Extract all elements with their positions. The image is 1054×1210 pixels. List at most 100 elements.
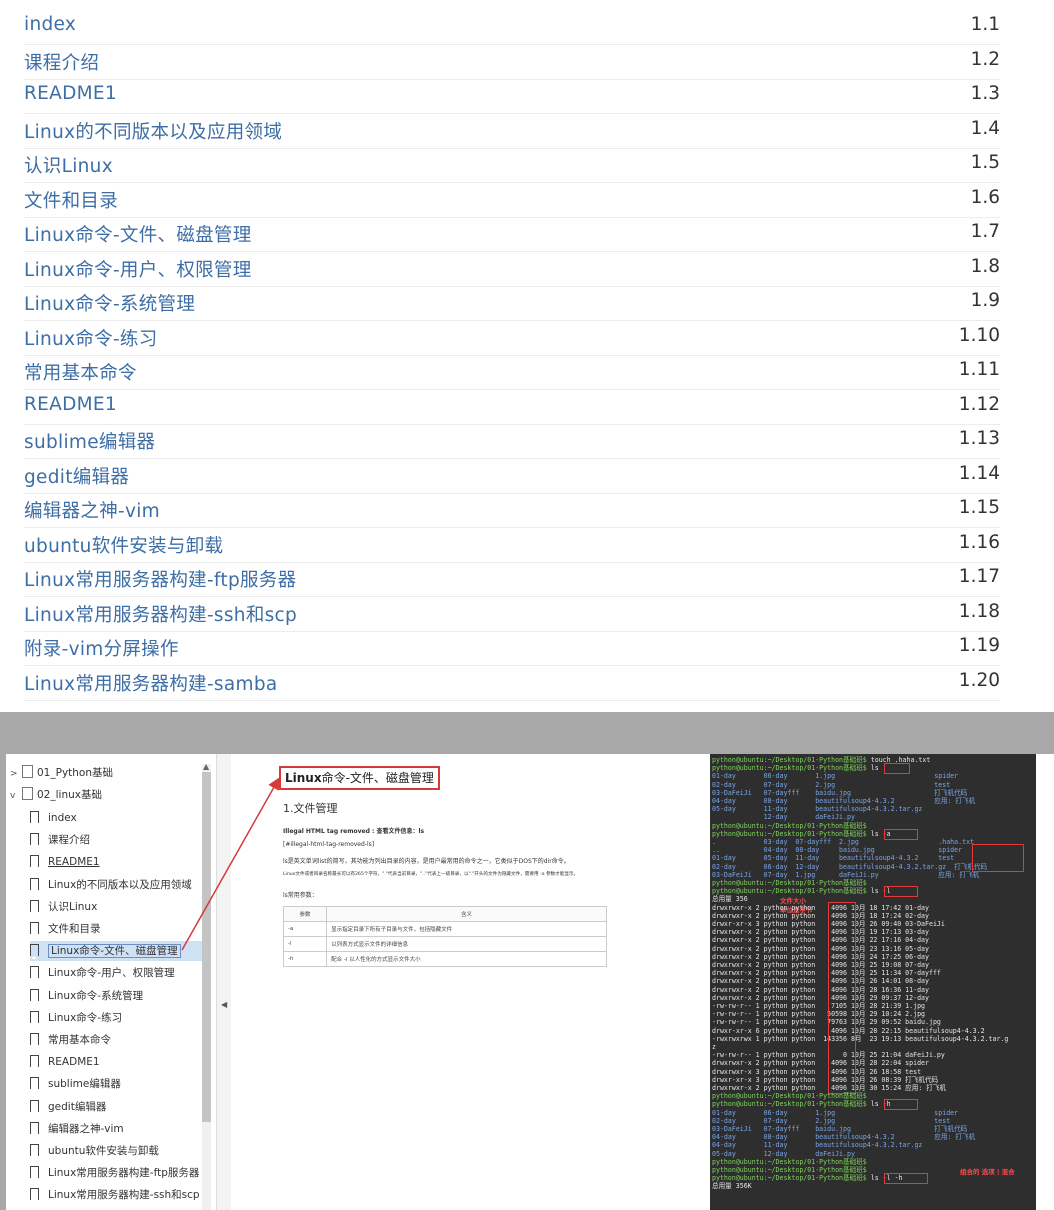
sidebar-bookmark-item[interactable]: Linux常用服务器构建-ssh和scp	[30, 1185, 202, 1205]
sidebar-scroll-thumb[interactable]	[202, 772, 211, 1122]
toc-entry[interactable]: index 1.1	[24, 10, 1000, 45]
toc-entry[interactable]: 常用基本命令 1.11	[24, 355, 1000, 390]
panel-divider[interactable]	[216, 754, 232, 1210]
toc-entry-number: 1.14	[958, 462, 1000, 484]
bookmark-label: Linux常用服务器构建-ftp服务器	[48, 1167, 200, 1180]
toc-entry-title[interactable]: 课程介绍	[24, 49, 99, 75]
sidebar-bookmark-item[interactable]: 常用基本命令	[30, 1030, 202, 1050]
sidebar-bookmark-item[interactable]: index	[30, 808, 202, 828]
terminal-output-text: 03-DaFeiJi 07-day 1.jpg daFeiJi.py 应用: 打…	[712, 870, 980, 879]
toc-entry-title[interactable]: 认识Linux	[24, 152, 113, 178]
toc-entry-title[interactable]: gedit编辑器	[24, 463, 129, 489]
sidebar-bookmark-item[interactable]: README1	[30, 1052, 202, 1072]
toc-entry-title[interactable]: Linux命令-文件、磁盘管理	[24, 221, 252, 247]
bookmark-icon	[30, 877, 39, 893]
toc-entry[interactable]: README1 1.3	[24, 79, 1000, 114]
terminal-output-line: 02-day 07-day 2.jpg test	[712, 781, 950, 789]
sidebar-bookmark-item[interactable]: Linux命令-用户、权限管理	[30, 963, 202, 983]
sidebar-bookmark-item[interactable]: gedit编辑器	[30, 1097, 202, 1117]
terminal-output-line: drwxrwxr-x 2 python python 4096 10月 25 1…	[712, 969, 941, 977]
page-icon	[22, 765, 33, 778]
terminal-prompt: python@ubuntu:~/Desktop/01-Python基础班$	[712, 1166, 867, 1174]
table-cell: -a	[282, 921, 328, 937]
scroll-up-icon[interactable]: ▲	[203, 762, 209, 771]
sidebar-bookmark-item[interactable]: Linux命令-练习	[30, 1008, 202, 1028]
sidebar-bookmark-item[interactable]: Linux常用服务器构建-ftp服务器	[30, 1163, 202, 1183]
toc-entry[interactable]: Linux命令-文件、磁盘管理 1.7	[24, 217, 1000, 252]
toc-entry-title[interactable]: Linux常用服务器构建-samba	[24, 670, 278, 696]
toc-entry[interactable]: Linux命令-练习 1.10	[24, 321, 1000, 356]
sidebar-bookmark-item[interactable]: 编辑器之神-vim	[30, 1119, 202, 1139]
folder-linux-basics[interactable]: v 02_linux基础	[10, 786, 102, 804]
folder-python-basics[interactable]: >01_Python基础	[10, 764, 113, 782]
toc-entry[interactable]: 认识Linux 1.5	[24, 148, 1000, 183]
terminal-output-text: 12-day daFeiJi.py	[712, 813, 855, 822]
toc-entry-title[interactable]: Linux常用服务器构建-ftp服务器	[24, 566, 296, 592]
terminal-output-line: 04-day 08-day beautifulsoup4-4.3.2 应用: 打…	[712, 797, 975, 805]
toc-entry-title[interactable]: ubuntu软件安装与卸载	[24, 532, 223, 558]
toc-entry[interactable]: sublime编辑器 1.13	[24, 424, 1000, 459]
sidebar-bookmark-item[interactable]: Linux命令-文件、磁盘管理	[30, 941, 202, 962]
chevron-right-icon[interactable]: >	[10, 765, 20, 783]
toc-entry-title[interactable]: 附录-vim分屏操作	[24, 635, 179, 661]
sidebar-bookmark-item[interactable]: ubuntu软件安装与卸载	[30, 1141, 202, 1161]
terminal-output-text: drwxrwxr-x 2 python python 4096 10月 22 1…	[712, 936, 929, 945]
bookmark-icon	[30, 922, 39, 937]
toc-entry-title[interactable]: Linux命令-用户、权限管理	[24, 256, 252, 282]
terminal-output-line: -rw-rw-r-- 1 python python 79763 10月 29 …	[712, 1018, 941, 1026]
toc-entry[interactable]: gedit编辑器 1.14	[24, 459, 1000, 494]
table-header: 参数	[282, 906, 328, 922]
toc-entry-title[interactable]: Linux命令-练习	[24, 325, 158, 351]
toc-entry-title[interactable]: Linux的不同版本以及应用领域	[24, 118, 282, 144]
toc-entry[interactable]: Linux常用服务器构建-ssh和scp 1.18	[24, 597, 1000, 632]
terminal-output-line: drwxrwxr-x 2 python python 4096 10月 29 0…	[712, 994, 929, 1002]
sidebar-bookmark-item[interactable]: 课程介绍	[30, 830, 202, 850]
terminal-output-line: drwxrwxr-x 2 python python 4096 10月 23 1…	[712, 945, 929, 953]
toc-entry-title[interactable]: 常用基本命令	[24, 359, 137, 385]
toc-entry[interactable]: 编辑器之神-vim 1.15	[24, 493, 1000, 528]
sidebar-bookmark-item[interactable]: 认识Linux	[30, 897, 202, 917]
terminal-prompt: python@ubuntu:~/Desktop/01-Python基础班$	[712, 829, 867, 838]
terminal-output-line: drwxrwxr-x 2 python python 4096 10月 18 1…	[712, 912, 929, 920]
terminal-output-line: 01-day 05-day 11-day beautifulsoup4-4.3.…	[712, 854, 954, 862]
sidebar-bookmark-item[interactable]: Linux的不同版本以及应用领域	[30, 875, 202, 895]
collapse-arrow-icon[interactable]: ◀	[221, 1000, 227, 1009]
toc-entry-title[interactable]: Linux常用服务器构建-ssh和scp	[24, 601, 297, 627]
terminal-output-line: drwxrwxr-x 3 python python 4096 10月 26 1…	[712, 1068, 921, 1076]
toc-entry[interactable]: Linux命令-系统管理 1.9	[24, 286, 1000, 321]
toc-entry-number: 1.6	[970, 186, 1000, 208]
terminal-prompt: python@ubuntu:~/Desktop/01-Python基础班$	[712, 1092, 867, 1101]
toc-entry-title[interactable]: 编辑器之神-vim	[24, 497, 160, 523]
toc-entry-title[interactable]: README1	[24, 83, 117, 104]
terminal-prompt-line: python@ubuntu:~/Desktop/01-Python基础班$ ls	[712, 764, 879, 772]
toc-entry-title[interactable]: index	[24, 14, 76, 35]
bookmark-icon	[30, 1188, 39, 1204]
toc-entry[interactable]: Linux常用服务器构建-samba 1.20	[24, 666, 1000, 701]
sidebar-bookmark-item[interactable]: Linux命令-系统管理	[30, 986, 202, 1006]
terminal-output-line: drwxrwxr-x 2 python python 4096 10月 28 2…	[712, 1059, 929, 1067]
terminal-screenshot: python@ubuntu:~/Desktop/01-Python基础班$ to…	[710, 754, 1036, 1210]
toc-entry[interactable]: Linux命令-用户、权限管理 1.8	[24, 252, 1000, 287]
bookmark-label: Linux命令-系统管理	[48, 989, 144, 1002]
chevron-down-icon[interactable]: v	[10, 787, 20, 805]
table-header: 含义	[326, 906, 607, 922]
sidebar-bookmark-item[interactable]: 文件和目录	[30, 919, 202, 939]
toc-entry[interactable]: 课程介绍 1.2	[24, 45, 1000, 80]
terminal-output-text: -rw-rw-r-- 1 python python 50598 10月 29 …	[712, 1010, 926, 1019]
terminal-output-text: drwxr-xr-x 3 python python 4096 10月 26 0…	[712, 1075, 939, 1084]
sidebar-bookmark-item[interactable]: README1	[30, 852, 202, 872]
table-cell: -l	[282, 936, 328, 952]
toc-entry[interactable]: Linux的不同版本以及应用领域 1.4	[24, 114, 1000, 149]
toc-entry[interactable]: README1 1.12	[24, 390, 1000, 425]
toc-entry[interactable]: Linux常用服务器构建-ftp服务器 1.17	[24, 562, 1000, 597]
toc-entry[interactable]: 附录-vim分屏操作 1.19	[24, 631, 1000, 666]
sidebar-bookmark-item[interactable]: sublime编辑器	[30, 1074, 202, 1094]
toc-entry-title[interactable]: sublime编辑器	[24, 428, 155, 454]
toc-entry-title[interactable]: README1	[24, 394, 117, 415]
toc-entry-title[interactable]: 文件和目录	[24, 187, 118, 213]
toc-entry-title[interactable]: Linux命令-系统管理	[24, 290, 195, 316]
toc-entry[interactable]: 文件和目录 1.6	[24, 183, 1000, 218]
terminal-prompt: python@ubuntu:~/Desktop/01-Python基础班$	[712, 879, 867, 887]
toc-entry[interactable]: ubuntu软件安装与卸载 1.16	[24, 528, 1000, 563]
terminal-output-line: drwxrwxr-x 2 python python 4096 10月 22 1…	[712, 936, 929, 944]
